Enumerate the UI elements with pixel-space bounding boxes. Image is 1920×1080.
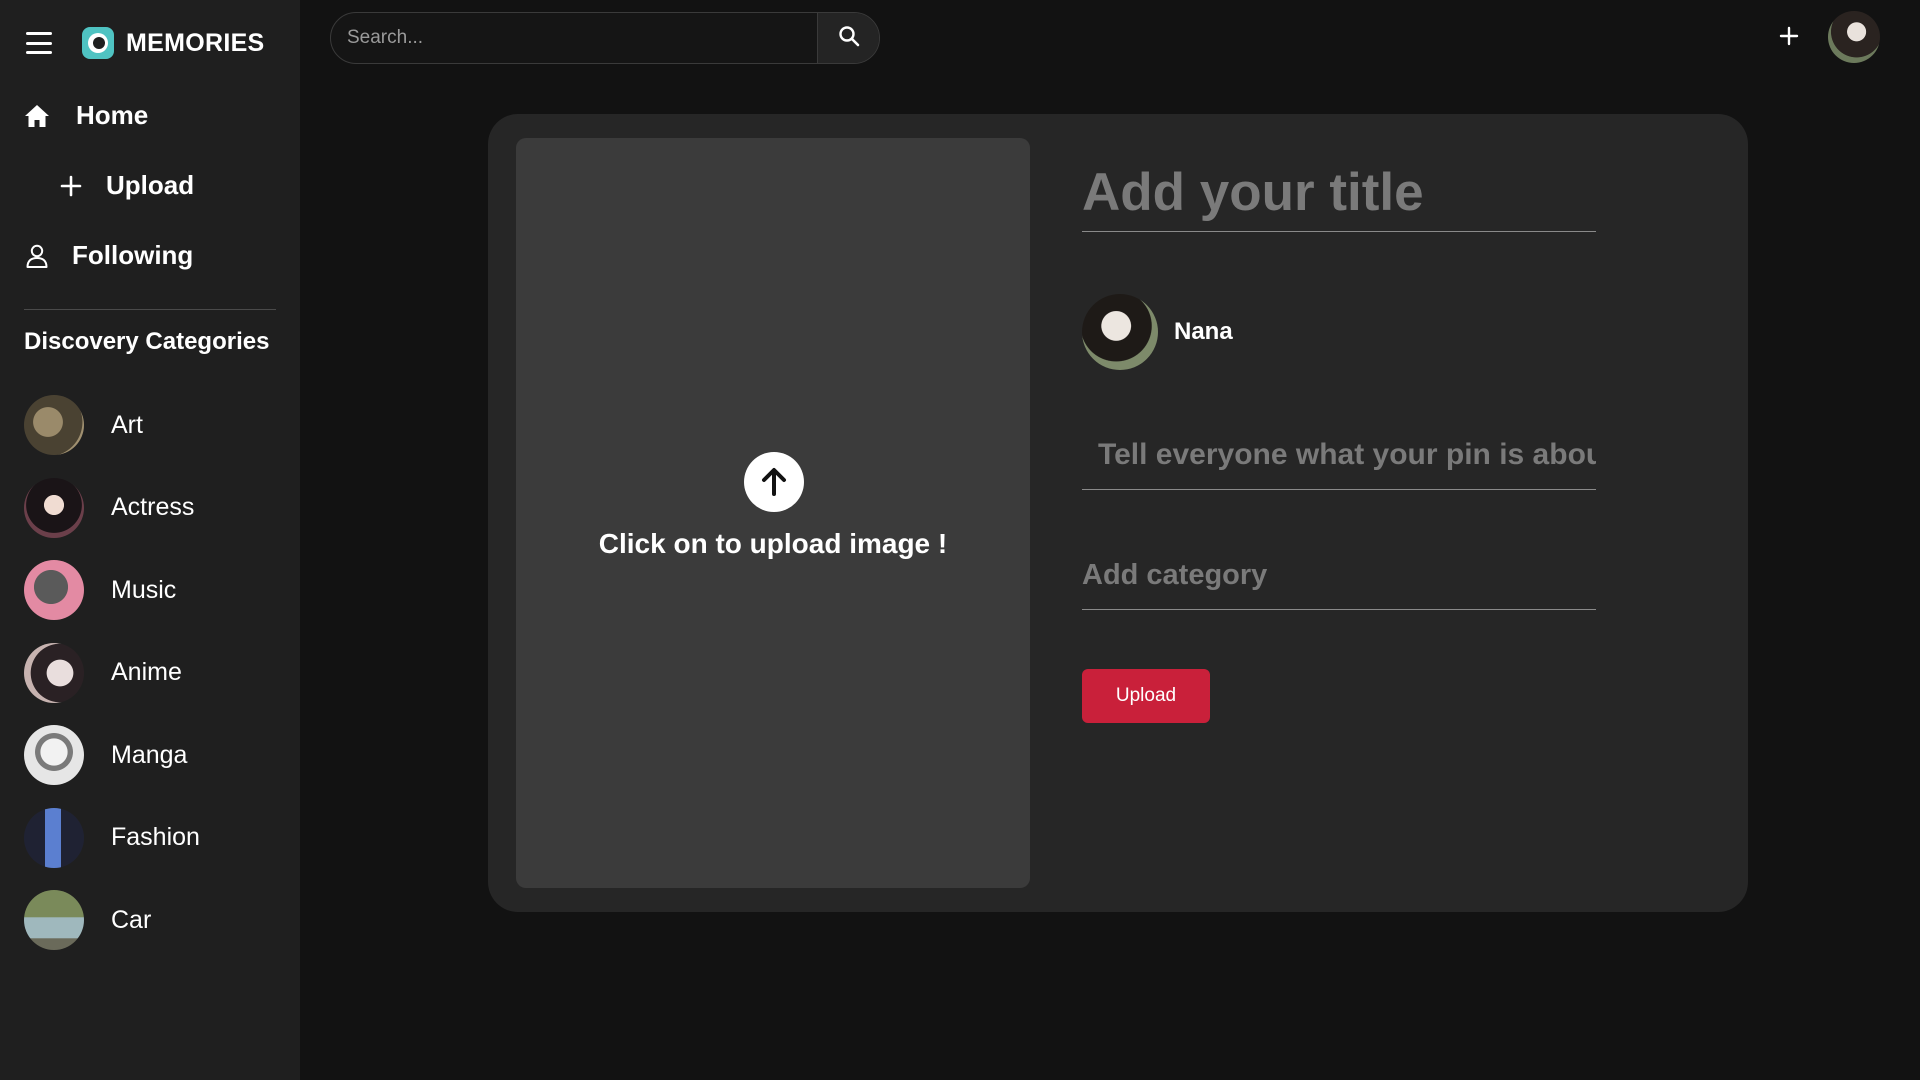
search-bar — [330, 12, 880, 64]
brand-name[interactable]: MEMORIES — [126, 29, 265, 58]
category-label: Manga — [111, 740, 188, 769]
brand: MEMORIES — [26, 26, 265, 60]
image-dropzone[interactable]: Click on to upload image ! — [516, 138, 1030, 888]
category-item-art[interactable]: Art — [24, 394, 200, 456]
category-item-fashion[interactable]: Fashion — [24, 807, 200, 869]
category-avatar — [24, 725, 84, 785]
add-pin-button[interactable] — [1776, 25, 1802, 51]
nav-home[interactable]: Home — [22, 100, 148, 131]
sidebar: MEMORIES Home Upload Following Discovery… — [0, 0, 300, 1080]
category-avatar — [24, 890, 84, 950]
categories-heading: Discovery Categories — [24, 328, 270, 355]
nav-upload-label: Upload — [106, 170, 195, 200]
upload-button[interactable]: Upload — [1082, 669, 1210, 723]
category-avatar — [24, 807, 84, 868]
category-label: Car — [111, 905, 152, 934]
nav-following[interactable]: Following — [22, 240, 193, 271]
user-icon — [22, 241, 52, 271]
category-item-car[interactable]: Car — [24, 889, 200, 951]
author-info: Nana — [1082, 294, 1233, 370]
avatar — [1082, 294, 1158, 370]
plus-icon — [1779, 26, 1799, 51]
category-item-music[interactable]: Music — [24, 559, 200, 621]
category-list: Art Actress Music Anime Manga Fashion Ca… — [24, 394, 200, 972]
nav-home-label: Home — [76, 100, 149, 130]
create-pin-card: Click on to upload image ! Nana Upload — [488, 114, 1748, 912]
category-avatar — [24, 477, 84, 538]
category-label: Music — [111, 575, 177, 604]
category-label: Anime — [111, 658, 182, 686]
dropzone-text: Click on to upload image ! — [598, 528, 948, 559]
category-label: Art — [111, 410, 143, 439]
hamburger-icon[interactable] — [26, 32, 52, 54]
category-avatar — [24, 560, 84, 620]
search-icon — [838, 25, 860, 52]
category-item-manga[interactable]: Manga — [24, 724, 200, 786]
category-label: Fashion — [111, 823, 200, 851]
nav-following-label: Following — [72, 240, 194, 270]
nav-upload[interactable]: Upload — [56, 170, 194, 201]
profile-avatar[interactable] — [1828, 11, 1880, 63]
category-input[interactable] — [1082, 542, 1596, 610]
search-input[interactable] — [331, 13, 817, 63]
home-icon — [22, 101, 52, 131]
category-item-anime[interactable]: Anime — [24, 642, 200, 704]
plus-icon — [56, 171, 86, 201]
sidebar-divider — [24, 309, 276, 310]
category-avatar — [24, 395, 84, 455]
description-input[interactable] — [1082, 420, 1596, 490]
category-label: Actress — [111, 493, 195, 521]
logo-icon[interactable] — [82, 27, 114, 59]
author-name: Nana — [1174, 318, 1233, 345]
category-avatar — [24, 642, 84, 703]
title-input[interactable] — [1082, 154, 1596, 232]
arrow-up-icon[interactable] — [744, 452, 804, 512]
category-item-actress[interactable]: Actress — [24, 477, 200, 539]
search-button[interactable] — [817, 13, 879, 63]
